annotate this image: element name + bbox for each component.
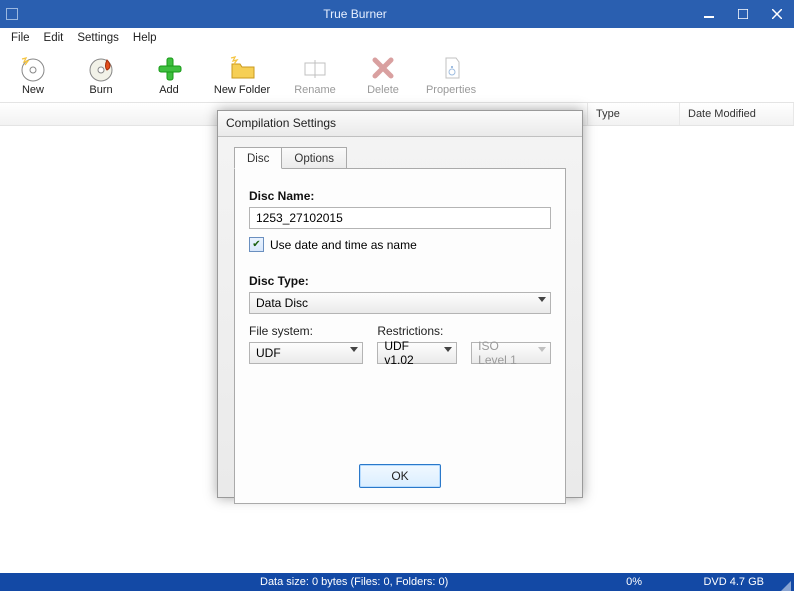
system-menu-icon[interactable] bbox=[6, 8, 18, 20]
resize-grip-icon[interactable] bbox=[781, 581, 791, 591]
delete-label: Delete bbox=[367, 84, 399, 96]
dialog-title[interactable]: Compilation Settings bbox=[218, 111, 582, 137]
burn-label: Burn bbox=[89, 84, 112, 96]
chevron-down-icon bbox=[538, 297, 546, 302]
properties-label: Properties bbox=[426, 84, 476, 96]
maximize-button[interactable] bbox=[726, 0, 760, 28]
dialog-tabs: Disc Options bbox=[234, 147, 566, 169]
compilation-settings-dialog: Compilation Settings Disc Options Disc N… bbox=[217, 110, 583, 498]
add-label: Add bbox=[159, 84, 179, 96]
new-label: New bbox=[22, 84, 44, 96]
use-date-checkbox[interactable]: ✔ bbox=[249, 237, 264, 252]
plus-icon bbox=[155, 54, 183, 82]
new-folder-label: New Folder bbox=[214, 84, 270, 96]
disc-name-label: Disc Name: bbox=[249, 189, 551, 203]
properties-icon bbox=[437, 54, 465, 82]
tab-disc[interactable]: Disc bbox=[234, 147, 282, 169]
app-window: True Burner File Edit Settings Help New bbox=[0, 0, 794, 591]
tab-disc-panel: Disc Name: ✔ Use date and time as name D… bbox=[234, 168, 566, 504]
window-title: True Burner bbox=[18, 7, 692, 21]
rename-button[interactable]: Rename bbox=[290, 54, 340, 96]
ok-button[interactable]: OK bbox=[359, 464, 441, 488]
menu-help[interactable]: Help bbox=[126, 28, 164, 48]
new-button[interactable]: New bbox=[8, 54, 58, 96]
iso-level-value: ISO Level 1 bbox=[478, 339, 530, 367]
toolbar: New Burn Add New Folder bbox=[0, 48, 794, 102]
close-button[interactable] bbox=[760, 0, 794, 28]
iso-level-select: ISO Level 1 bbox=[471, 342, 551, 364]
window-controls bbox=[692, 0, 794, 28]
status-bar: Data size: 0 bytes (Files: 0, Folders: 0… bbox=[0, 573, 794, 591]
restrictions-select[interactable]: UDF v1.02 bbox=[377, 342, 457, 364]
delete-button[interactable]: Delete bbox=[358, 54, 408, 96]
menu-edit[interactable]: Edit bbox=[37, 28, 71, 48]
minimize-button[interactable] bbox=[692, 0, 726, 28]
status-datasize: Data size: 0 bytes (Files: 0, Folders: 0… bbox=[260, 576, 448, 588]
disc-new-icon bbox=[19, 54, 47, 82]
status-percent: 0% bbox=[626, 576, 642, 588]
restrictions-value: UDF v1.02 bbox=[384, 339, 436, 367]
filesystem-label: File system: bbox=[249, 324, 363, 338]
chevron-down-icon bbox=[350, 347, 358, 352]
menu-bar: File Edit Settings Help bbox=[0, 28, 794, 48]
col-type[interactable]: Type bbox=[588, 103, 680, 125]
disc-burn-icon bbox=[87, 54, 115, 82]
disc-name-input[interactable] bbox=[249, 207, 551, 229]
col-date-modified[interactable]: Date Modified bbox=[680, 103, 794, 125]
tab-options[interactable]: Options bbox=[281, 147, 347, 169]
filesystem-select[interactable]: UDF bbox=[249, 342, 363, 364]
disc-type-value: Data Disc bbox=[256, 296, 308, 310]
disc-type-label: Disc Type: bbox=[249, 274, 551, 288]
restrictions-label: Restrictions: bbox=[377, 324, 457, 338]
properties-button[interactable]: Properties bbox=[426, 54, 476, 96]
disc-type-select[interactable]: Data Disc bbox=[249, 292, 551, 314]
folder-new-icon bbox=[228, 54, 256, 82]
chevron-down-icon bbox=[538, 347, 546, 352]
new-folder-button[interactable]: New Folder bbox=[212, 54, 272, 96]
rename-icon bbox=[301, 54, 329, 82]
filesystem-value: UDF bbox=[256, 346, 281, 360]
status-media[interactable]: DVD 4.7 GB bbox=[703, 576, 764, 588]
use-date-label: Use date and time as name bbox=[270, 238, 417, 252]
rename-label: Rename bbox=[294, 84, 336, 96]
burn-button[interactable]: Burn bbox=[76, 54, 126, 96]
iso-level-label bbox=[471, 324, 551, 338]
menu-file[interactable]: File bbox=[4, 28, 37, 48]
title-bar[interactable]: True Burner bbox=[0, 0, 794, 28]
add-button[interactable]: Add bbox=[144, 54, 194, 96]
delete-x-icon bbox=[369, 54, 397, 82]
menu-settings[interactable]: Settings bbox=[70, 28, 126, 48]
chevron-down-icon bbox=[444, 347, 452, 352]
